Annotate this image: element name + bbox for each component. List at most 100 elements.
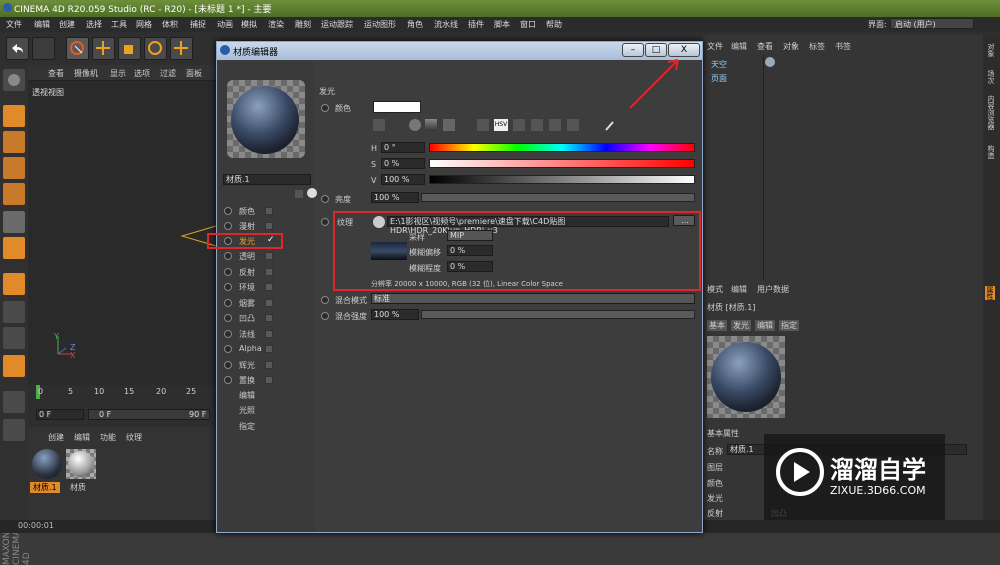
scale-icon[interactable] [118,37,141,60]
channel-bump-toggle[interactable] [224,314,232,322]
value-slider[interactable] [429,175,695,184]
eyedropper-icon[interactable] [603,118,617,132]
side-tab-structure[interactable]: 构造 [986,145,996,159]
recent-tool-icon[interactable] [170,37,193,60]
viewport-menu-view[interactable]: 查看 [48,68,64,79]
objmgr-menu-bookmarks[interactable]: 书签 [835,41,851,52]
brightness-field[interactable]: 100 % [371,192,419,203]
mixer-icon[interactable] [531,119,543,131]
undo-icon[interactable] [6,37,29,60]
start-frame-field[interactable]: 0 F [36,409,84,420]
blend-mode-anim-toggle[interactable] [321,296,329,304]
object-item[interactable]: 天空 [711,59,727,70]
blend-mode-dropdown[interactable]: 标准 [371,293,695,304]
s-field[interactable]: 0 % [381,158,425,169]
lock-icon[interactable] [3,391,25,413]
points-mode-icon[interactable] [3,183,25,205]
side-tab-takes[interactable]: 场次 [986,70,996,84]
channel-diffuse-check[interactable] [265,222,273,230]
make-editable-icon[interactable] [3,69,25,91]
blend-strength-field[interactable]: 100 % [371,309,419,320]
magnet-icon[interactable] [3,355,25,377]
material-preview[interactable] [227,80,305,158]
channel-transparency-toggle[interactable] [224,252,232,260]
color-wheel-icon[interactable] [409,119,421,131]
live-select-icon[interactable] [66,37,89,60]
v-field[interactable]: 100 % [381,174,425,185]
menu-window[interactable]: 窗口 [520,19,536,30]
channel-assignment[interactable]: 指定 [239,421,255,432]
matmgr-menu-function[interactable]: 功能 [100,432,116,443]
material-name-1[interactable]: 材质.1 [30,482,60,493]
channel-alpha-toggle[interactable] [224,345,232,353]
side-tab-objects[interactable]: 对象 [986,43,996,57]
objmgr-menu-view[interactable]: 查看 [757,41,773,52]
sample-dropdown[interactable]: MIP [447,230,493,241]
object-item[interactable]: 页面 [711,73,727,84]
texture-path-field[interactable]: E:\1影视区\视频号\premiere\速盘下载\C4D贴图HDR\HDR_2… [387,216,669,235]
channel-reflectance-toggle[interactable] [224,268,232,276]
viewport-menu-camera[interactable]: 摄像机 [74,68,98,79]
blend-strength-slider[interactable] [421,310,695,319]
channel-transparency[interactable]: 透明 [239,251,255,262]
menu-render[interactable]: 渲染 [268,19,284,30]
attr-tab-luminance[interactable]: 发光 [731,320,751,331]
model-mode-icon[interactable] [3,105,25,127]
channel-glow-toggle[interactable] [224,361,232,369]
channel-fog[interactable]: 烟雾 [239,298,255,309]
matmgr-menu-texture[interactable]: 纹理 [126,432,142,443]
h-field[interactable]: 0 ° [381,142,425,153]
channel-displacement-toggle[interactable] [224,376,232,384]
blend-strength-anim-toggle[interactable] [321,312,329,320]
viewport-menu-panel[interactable]: 面板 [186,68,202,79]
channel-color[interactable]: 颜色 [239,206,255,217]
frame-range-slider[interactable]: 0 F 90 F [88,409,210,420]
viewport-menu-filter[interactable]: 过滤 [160,68,176,79]
material-thumb-2[interactable] [66,449,96,479]
texture-menu-icon[interactable] [373,216,385,228]
move-icon[interactable] [92,37,115,60]
channel-reflectance-check[interactable] [265,268,273,276]
channel-color-check[interactable] [265,207,273,215]
channel-alpha[interactable]: Alpha [239,344,262,353]
rotate-icon[interactable] [144,37,167,60]
channel-diffuse[interactable]: 漫射 [239,221,255,232]
tab-attributes[interactable]: 属性 [985,286,995,300]
color-picker-icon[interactable] [373,119,385,131]
menu-motion-tracking[interactable]: 运动跟踪 [321,19,353,30]
channel-normal-toggle[interactable] [224,330,232,338]
material-thumb-1[interactable] [32,449,62,479]
channel-bump-check[interactable] [265,314,273,322]
material-name-2[interactable]: 材质 [70,482,86,493]
menu-animate[interactable]: 动画 [217,19,233,30]
menu-edit[interactable]: 编辑 [34,19,50,30]
menu-mograph[interactable]: 运动图形 [364,19,396,30]
channel-glow[interactable]: 辉光 [239,360,255,371]
attr-tab-basic[interactable]: 基本 [707,320,727,331]
rgb-icon[interactable] [477,119,489,131]
polygons-mode-icon[interactable] [3,237,25,259]
matmgr-menu-edit[interactable]: 编辑 [74,432,90,443]
menu-snap[interactable]: 捕捉 [190,19,206,30]
brightness-anim-toggle[interactable] [321,195,329,203]
viewport-menu-display[interactable]: 显示 [110,68,126,79]
channel-environment[interactable]: 环境 [239,282,255,293]
workplane-icon[interactable] [3,157,25,179]
workplane-lock-icon[interactable] [3,419,25,441]
objmgr-menu-file[interactable]: 文件 [707,41,723,52]
attr-menu-userdata[interactable]: 用户数据 [757,284,789,295]
objmgr-menu-object[interactable]: 对象 [783,41,799,52]
image-icon[interactable] [443,119,455,131]
menu-sculpt[interactable]: 雕刻 [295,19,311,30]
texture-mode-icon[interactable] [3,131,25,153]
channel-bump[interactable]: 凹凸 [239,313,255,324]
texture-browse-button[interactable]: ... [673,215,695,226]
attr-menu-mode[interactable]: 模式 [707,284,723,295]
channel-normal[interactable]: 法线 [239,329,255,340]
brightness-slider[interactable] [421,193,695,202]
blur-scale-field[interactable]: 0 % [447,261,493,272]
color-anim-toggle[interactable] [321,104,329,112]
attr-tab-assign[interactable]: 指定 [779,320,799,331]
hsv-icon[interactable]: HSV [494,119,508,131]
menu-tools[interactable]: 工具 [111,19,127,30]
